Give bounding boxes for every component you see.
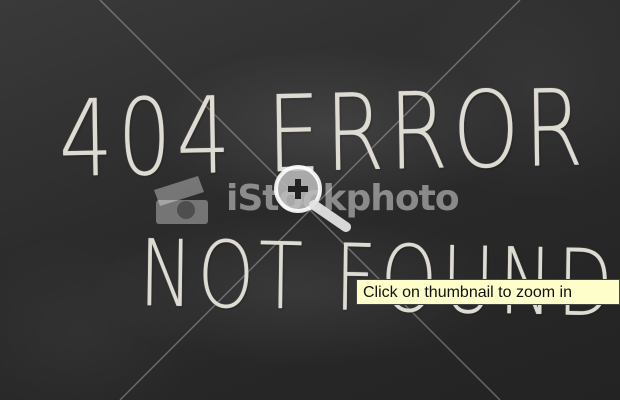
zoom-tooltip: Click on thumbnail to zoom in (356, 279, 620, 305)
magnifier-plus-icon[interactable] (270, 163, 356, 233)
thumbnail-image[interactable]: 404 ERROR ! NOT FOUND iStockphoto Click … (0, 0, 620, 400)
camera-logo-icon (154, 176, 208, 224)
